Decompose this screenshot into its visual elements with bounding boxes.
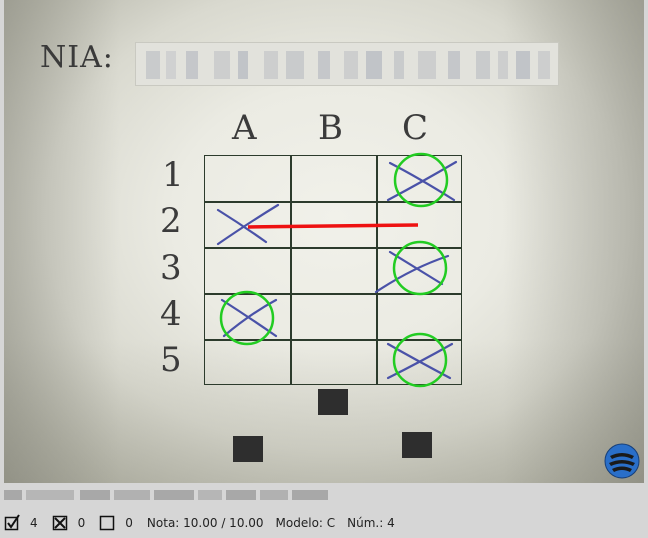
cancel-line-row-2 (247, 223, 419, 229)
app-logo-icon (604, 443, 640, 479)
pen-mark-4a (220, 298, 278, 338)
blank-count-item: 0 (99, 514, 133, 532)
app-window: NIA: A B C 1 2 3 4 5 4 0 0 Nota: 10.00 /… (0, 0, 648, 538)
number-text: Núm.: 4 (347, 516, 395, 530)
wrong-count: 0 (77, 516, 86, 530)
filename-redacted (4, 488, 328, 502)
correct-circle-5c (392, 332, 448, 388)
crossed-box-icon (52, 515, 67, 531)
status-bar: 4 0 0 Nota: 10.00 / 10.00 Modelo: C Núm.… (4, 512, 407, 534)
grade-text: Nota: 10.00 / 10.00 (146, 516, 264, 530)
checked-box-icon (4, 514, 20, 531)
exam-sheet-photo: NIA: A B C 1 2 3 4 5 (4, 0, 644, 483)
correct-count-item: 4 (4, 514, 38, 532)
grading-overlay (216, 152, 458, 388)
empty-box-icon (100, 515, 115, 531)
model-text: Modelo: C (275, 516, 336, 530)
correct-count: 4 (30, 516, 38, 530)
wrong-count-item: 0 (52, 514, 86, 532)
pen-mark-2a (216, 203, 280, 246)
blank-count: 0 (125, 516, 133, 530)
